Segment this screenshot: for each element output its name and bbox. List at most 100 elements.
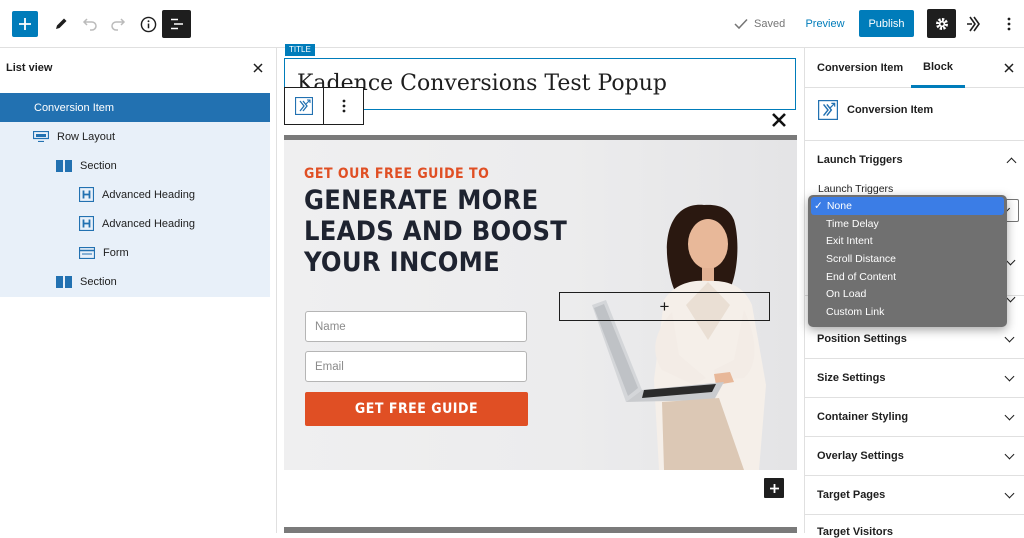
option-on-load[interactable]: On Load — [811, 285, 1004, 303]
tree-item-section[interactable]: Section — [0, 151, 270, 180]
add-block-button[interactable] — [12, 11, 38, 37]
list-view-panel: List view Conversion Item Row Layout Sec… — [0, 48, 277, 533]
list-view-header: List view — [0, 48, 276, 88]
tree-item-label: Advanced Heading — [102, 217, 195, 230]
editor-canvas: TITLE Kadence Conversions Test Popup GET… — [278, 44, 804, 533]
overlay-settings-toggle[interactable]: Overlay Settings — [805, 437, 1024, 476]
details-button[interactable] — [137, 12, 159, 36]
headline-line: LEADS AND BOOST — [304, 216, 568, 247]
tab-label: Conversion Item — [817, 62, 904, 74]
target-pages-toggle[interactable]: Target Pages — [805, 476, 1024, 515]
undo-button[interactable] — [80, 12, 100, 36]
heading-icon — [79, 216, 94, 231]
option-label: End of Content — [826, 270, 897, 283]
list-view-button[interactable] — [162, 10, 191, 38]
chevron-down-icon — [1005, 292, 1016, 303]
block-inserter-placeholder[interactable]: + — [559, 292, 770, 321]
conversion-item-icon — [818, 100, 838, 120]
row-layout-icon — [33, 131, 49, 142]
more-vertical-icon — [342, 99, 345, 113]
list-view-title: List view — [6, 62, 53, 74]
popup-close-button[interactable] — [768, 109, 790, 131]
chevron-down-icon — [1004, 488, 1015, 498]
block-options-button[interactable] — [324, 88, 363, 124]
eyebrow-text: GET OUR FREE GUIDE TO — [304, 166, 490, 182]
target-visitors-toggle[interactable]: Target Visitors — [817, 526, 893, 538]
plus-icon: + — [659, 296, 670, 316]
email-input[interactable]: Email — [305, 351, 527, 382]
preview-button[interactable]: Preview — [800, 14, 850, 34]
info-icon — [140, 16, 156, 32]
tree-item-advanced-heading[interactable]: Advanced Heading — [0, 209, 270, 238]
preview-label: Preview — [805, 18, 845, 30]
settings-button[interactable] — [927, 9, 956, 38]
section-title: Target Visitors — [817, 526, 894, 538]
tree-item-label: Form — [103, 246, 129, 259]
tools-button[interactable] — [50, 12, 72, 36]
tab-label: Block — [923, 60, 953, 73]
close-icon — [772, 113, 786, 127]
undo-icon — [82, 18, 97, 31]
option-label: Time Delay — [826, 217, 879, 230]
tab-conversion-item[interactable]: Conversion Item — [817, 62, 903, 74]
section-title: Overlay Settings — [817, 450, 904, 462]
chevron-down-icon — [1004, 371, 1015, 381]
title-tag: TITLE — [285, 44, 315, 56]
saved-status: Saved — [734, 14, 785, 34]
tree-item-label: Advanced Heading — [102, 188, 195, 201]
option-exit-intent[interactable]: Exit Intent — [811, 232, 1004, 250]
get-free-guide-button[interactable]: GET FREE GUIDE — [305, 392, 528, 426]
kadence-button[interactable] — [963, 12, 985, 36]
heading-icon — [79, 187, 94, 202]
option-label: Scroll Distance — [826, 252, 897, 265]
headline-line: YOUR INCOME — [304, 247, 501, 278]
add-block-button[interactable] — [764, 478, 784, 498]
chevron-down-icon — [1004, 332, 1015, 342]
cta-label: GET FREE GUIDE — [354, 401, 479, 417]
section-title: Target Pages — [817, 489, 886, 501]
section-icon — [56, 159, 72, 172]
options-button[interactable] — [1000, 12, 1018, 36]
option-end-of-content[interactable]: End of Content — [811, 268, 1004, 286]
check-icon — [734, 18, 748, 30]
size-settings-toggle[interactable]: Size Settings — [805, 359, 1024, 398]
launch-trigger-dropdown: ✓ None Time Delay Exit Intent Scroll Dis… — [808, 195, 1007, 327]
popup-bottom-border — [284, 527, 797, 533]
publish-button[interactable]: Publish — [859, 10, 914, 37]
panel-title: Launch Triggers — [817, 154, 903, 166]
redo-button[interactable] — [108, 12, 128, 36]
option-label: Custom Link — [826, 305, 885, 318]
tree-item-row-layout[interactable]: Row Layout — [0, 122, 270, 151]
tree-item-advanced-heading[interactable]: Advanced Heading — [0, 180, 270, 209]
option-scroll-distance[interactable]: Scroll Distance — [811, 250, 1004, 268]
plus-icon — [769, 483, 779, 493]
section-icon — [56, 275, 72, 288]
tree-item-section[interactable]: Section — [0, 267, 270, 296]
block-card-title: Conversion Item — [847, 104, 934, 116]
pencil-icon — [56, 18, 67, 29]
form-icon — [79, 246, 95, 259]
tree-item-conversion-item[interactable]: Conversion Item — [0, 93, 270, 122]
chevron-down-icon — [1004, 410, 1015, 420]
name-placeholder: Name — [315, 320, 346, 333]
launch-triggers-toggle[interactable]: Launch Triggers — [817, 153, 1017, 167]
block-type-button[interactable] — [285, 88, 324, 124]
option-custom-link[interactable]: Custom Link — [811, 303, 1004, 321]
option-time-delay[interactable]: Time Delay — [811, 215, 1004, 233]
conversion-item-icon — [295, 97, 313, 115]
container-styling-toggle[interactable]: Container Styling — [805, 398, 1024, 437]
tree-item-form[interactable]: Form — [0, 238, 270, 267]
more-vertical-icon — [1007, 17, 1011, 31]
kadence-icon — [967, 16, 980, 32]
launch-triggers-label: Launch Triggers — [818, 183, 894, 195]
close-icon[interactable] — [253, 63, 263, 73]
saved-label: Saved — [754, 18, 786, 30]
option-none[interactable]: ✓ None — [811, 197, 1004, 215]
close-icon[interactable] — [1004, 63, 1014, 73]
name-input[interactable]: Name — [305, 311, 527, 342]
option-label: On Load — [826, 288, 867, 301]
tree-item-label: Conversion Item — [34, 101, 115, 114]
check-icon: ✓ — [814, 199, 823, 212]
tab-block[interactable]: Block — [911, 48, 965, 88]
gear-icon — [935, 17, 948, 30]
